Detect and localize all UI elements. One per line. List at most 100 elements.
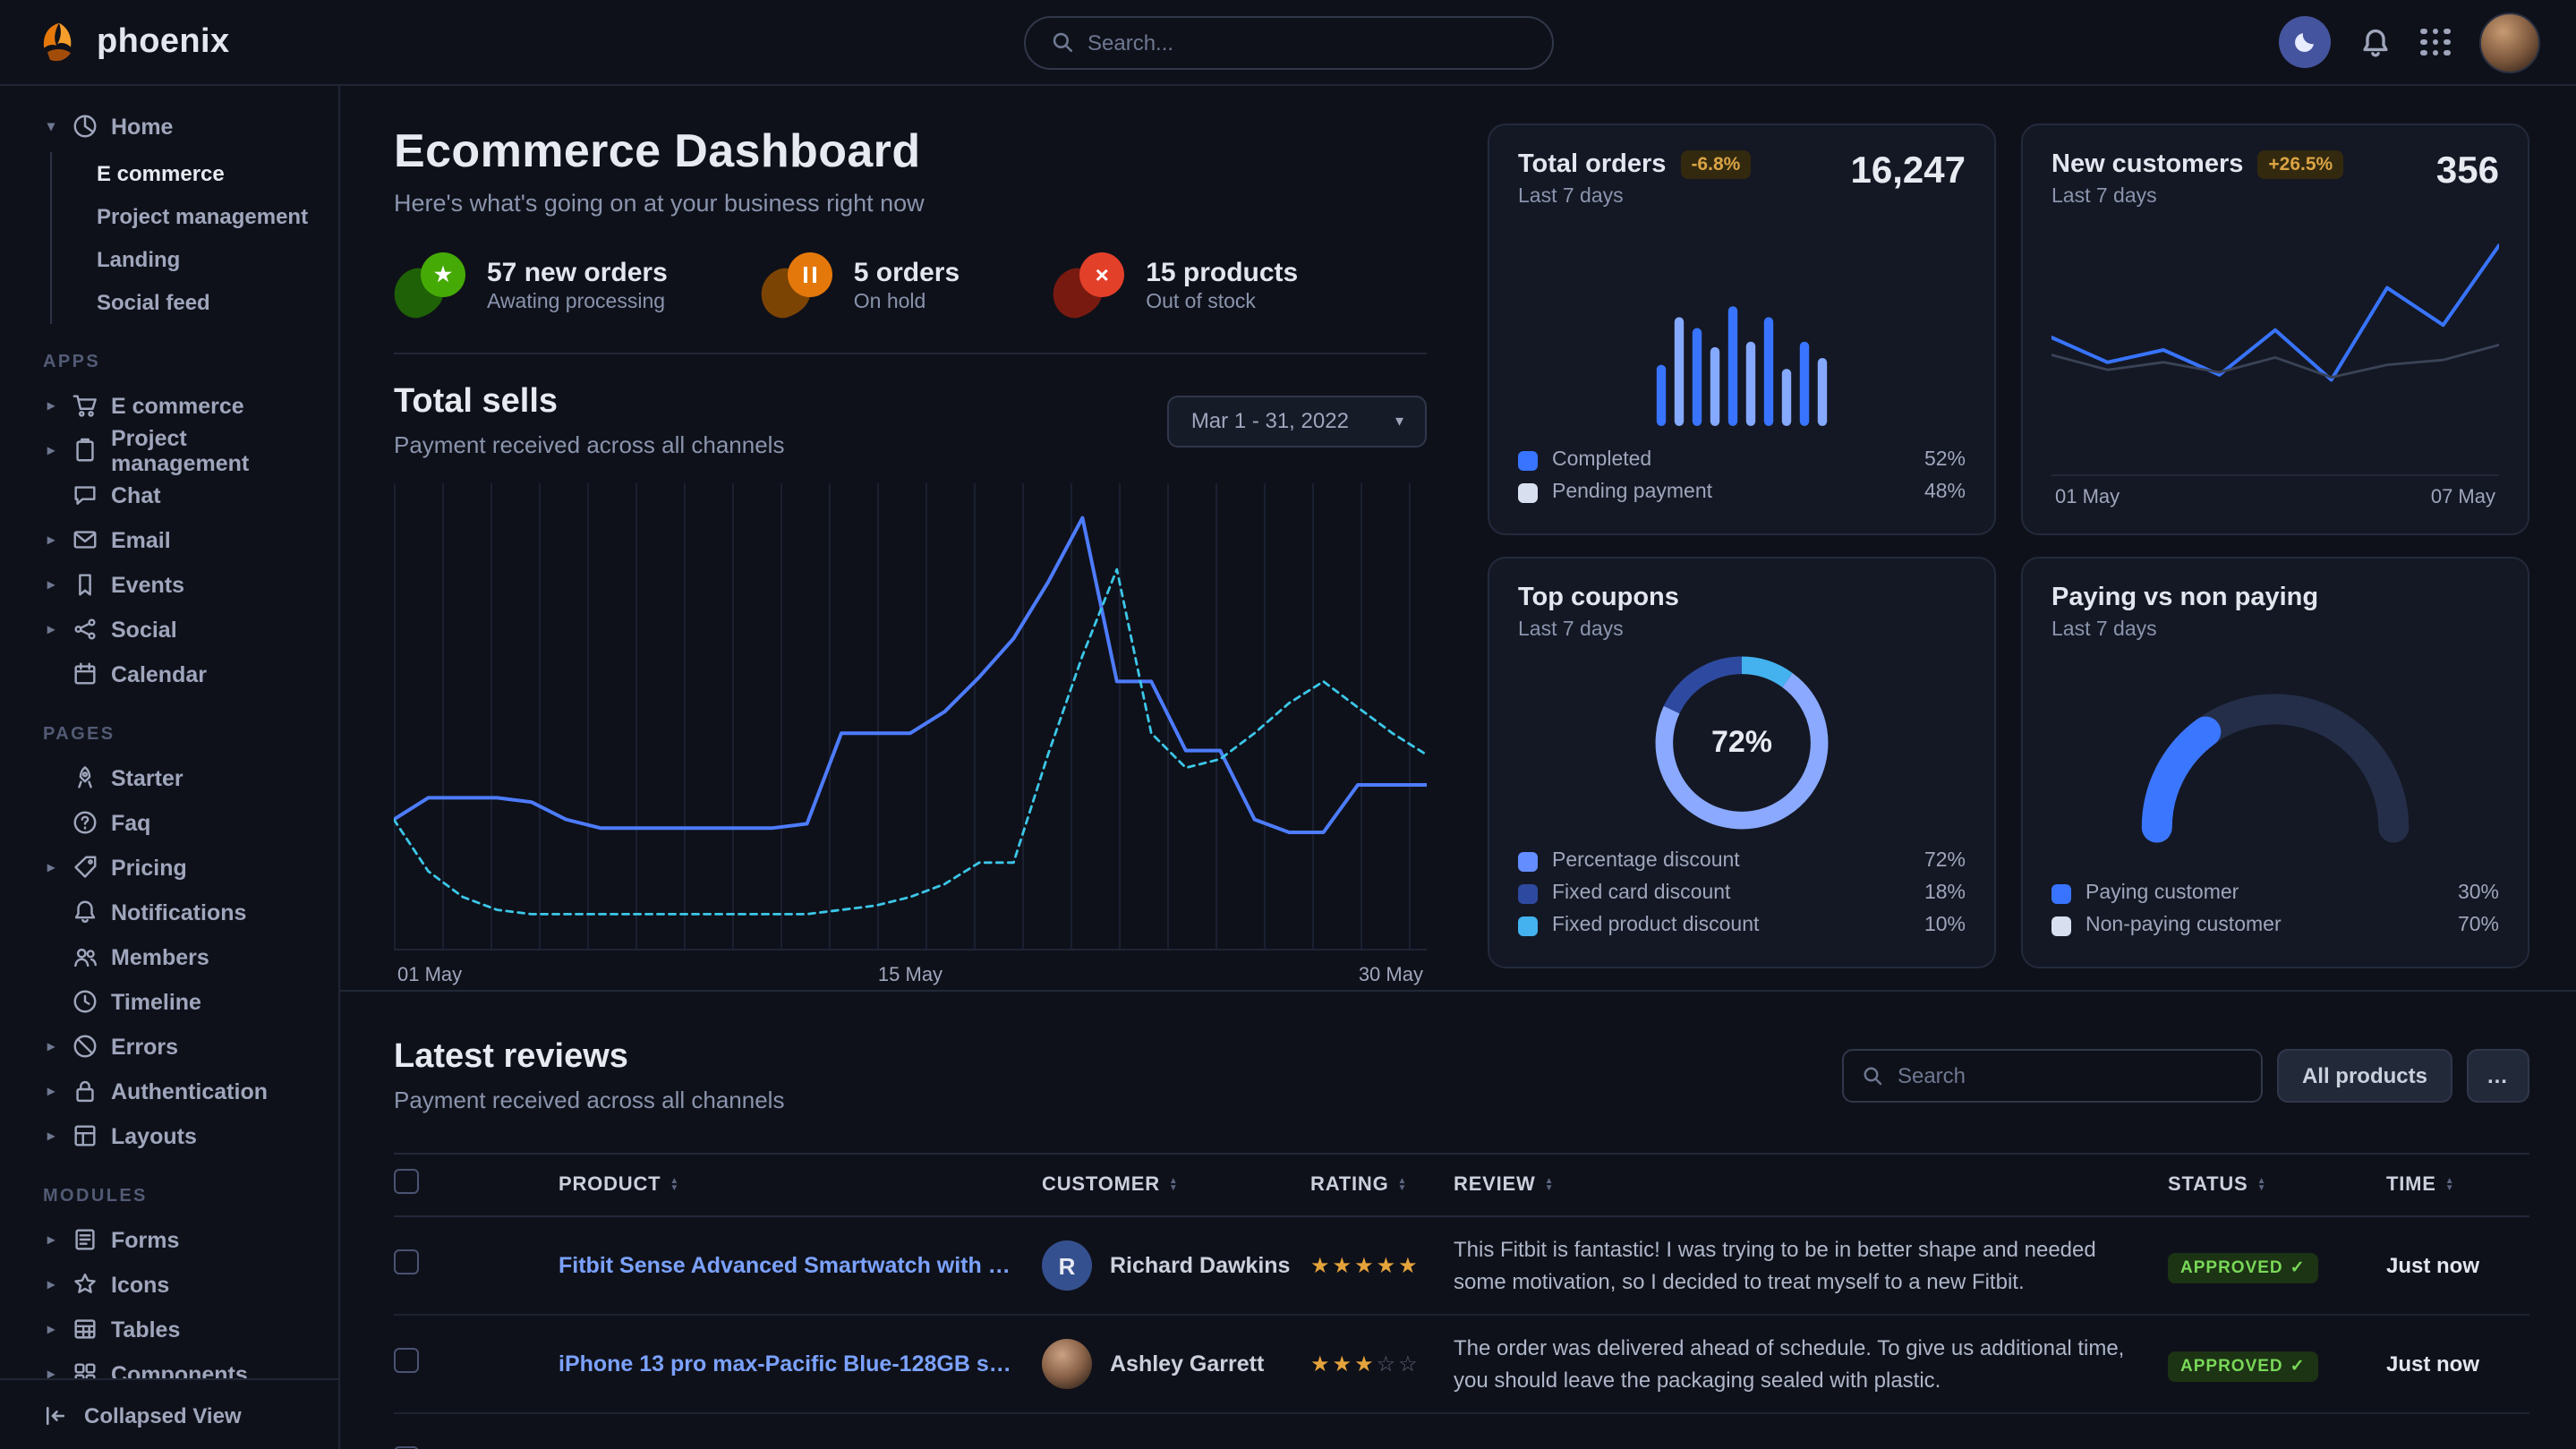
sidebar-item-layouts[interactable]: ▸ Layouts <box>43 1113 324 1158</box>
brand-logo[interactable]: phoenix <box>36 19 230 65</box>
reviews-search[interactable] <box>1842 1049 2263 1103</box>
column-header-rating[interactable]: RATING ▲▼ <box>1310 1174 1454 1196</box>
sidebar-item-project-management-dashboard[interactable]: Project management <box>97 195 324 238</box>
new-customers-x-axis: 01 May 07 May <box>2051 474 2499 508</box>
bell-icon <box>72 899 98 925</box>
app: phoenix ▾ Home <box>0 0 2576 1449</box>
stat-out-of-stock: × 15 products Out of stock <box>1053 252 1298 317</box>
top-navbar: phoenix <box>0 0 2576 86</box>
column-header-review[interactable]: REVIEW ▲▼ <box>1454 1174 2168 1196</box>
section-label-pages: PAGES <box>43 725 324 745</box>
sort-icon: ▲▼ <box>2257 1177 2267 1193</box>
customer-name: Richard Dawkins <box>1110 1253 1290 1278</box>
user-avatar[interactable] <box>2479 12 2540 72</box>
sort-icon: ▲▼ <box>1545 1177 1555 1193</box>
legend-item: Pending payment 48% <box>1518 476 1966 508</box>
sidebar-item-forms[interactable]: ▸ Forms <box>43 1217 324 1262</box>
sidebar-item-tables[interactable]: ▸ Tables <box>43 1307 324 1351</box>
error-icon <box>72 1033 98 1060</box>
reviews-table: PRODUCT ▲▼ CUSTOMER ▲▼ RATING ▲▼ REVIE <box>394 1153 2529 1449</box>
status-badge: APPROVED✓ <box>2168 1252 2318 1283</box>
sidebar-item-icons[interactable]: ▸ Icons <box>43 1262 324 1307</box>
more-options-button[interactable]: … <box>2467 1049 2529 1103</box>
legend-marker <box>1518 883 1538 903</box>
select-all-checkbox[interactable] <box>394 1168 419 1193</box>
chevron-right-icon: ▸ <box>43 859 59 875</box>
mail-icon <box>72 526 98 553</box>
global-search[interactable] <box>1023 15 1553 69</box>
notifications-button[interactable] <box>2359 26 2392 58</box>
theme-toggle-button[interactable] <box>2279 16 2331 68</box>
page-subtitle: Here's what's going on at your business … <box>394 190 1427 217</box>
home-submenu: E commerce Project management Landing So… <box>50 152 324 324</box>
chevron-down-icon: ▾ <box>1395 411 1403 430</box>
question-icon <box>72 809 98 836</box>
bookmark-icon <box>72 571 98 598</box>
moon-icon <box>2291 29 2318 55</box>
reviews-title: Latest reviews <box>394 1038 784 1078</box>
legend-item: Fixed product discount 10% <box>1518 909 1966 942</box>
paying-vs-non-paying-card: Paying vs non paying Last 7 days Paying … <box>2021 557 2529 968</box>
total-orders-value: 16,247 <box>1851 150 1966 193</box>
sidebar-item-home[interactable]: ▾ Home <box>43 104 324 149</box>
calendar-icon <box>72 661 98 687</box>
column-header-product[interactable]: PRODUCT ▲▼ <box>559 1174 1042 1196</box>
review-time: Just now <box>2386 1253 2529 1278</box>
collapse-sidebar-button[interactable]: Collapsed View <box>0 1378 338 1449</box>
column-header-time[interactable]: TIME ▲▼ <box>2386 1174 2529 1196</box>
row-checkbox[interactable] <box>394 1445 419 1449</box>
sidebar-item-notifications[interactable]: Notifications <box>43 890 324 934</box>
chevron-right-icon: ▸ <box>43 1038 59 1054</box>
card-title: Paying vs non paying <box>2051 584 2499 612</box>
sidebar-item-landing[interactable]: Landing <box>97 238 324 281</box>
sidebar-item-events[interactable]: ▸ Events <box>43 562 324 607</box>
reviews-search-input[interactable] <box>1898 1063 2243 1088</box>
sidebar-item-chat[interactable]: Chat <box>43 473 324 517</box>
sidebar-item-pricing[interactable]: ▸ Pricing <box>43 845 324 890</box>
trend-badge: -6.8% <box>1680 150 1751 179</box>
sidebar-item-ecommerce-dashboard[interactable]: E commerce <box>97 152 324 195</box>
sidebar-item-calendar[interactable]: Calendar <box>43 652 324 696</box>
star-icon: ★ <box>434 263 452 286</box>
sidebar: ▾ Home E commerce Project management Lan… <box>0 86 340 1449</box>
total-sells-x-axis: 01 May 15 May 30 May <box>394 950 1427 990</box>
sidebar-item-social[interactable]: ▸ Social <box>43 607 324 652</box>
sidebar-item-starter[interactable]: Starter <box>43 755 324 800</box>
row-checkbox[interactable] <box>394 1347 419 1372</box>
product-link[interactable]: Fitbit Sense Advanced Smartwatch with To… <box>559 1253 1042 1278</box>
sidebar-item-email[interactable]: ▸ Email <box>43 517 324 562</box>
legend-marker <box>2051 883 2071 903</box>
apps-grid-button[interactable] <box>2420 29 2451 56</box>
legend-item: Percentage discount 72% <box>1518 845 1966 877</box>
column-header-customer[interactable]: CUSTOMER ▲▼ <box>1042 1174 1310 1196</box>
chevron-down-icon: ▾ <box>43 118 59 134</box>
paying-gauge-chart <box>2051 641 2499 877</box>
sidebar-item-errors[interactable]: ▸ Errors <box>43 1024 324 1069</box>
bell-icon <box>2359 26 2392 58</box>
review-time: Just now <box>2386 1351 2529 1377</box>
product-link[interactable]: iPhone 13 pro max-Pacific Blue-128GB sto… <box>559 1351 1042 1377</box>
sidebar-item-e-commerce[interactable]: ▸ E commerce <box>43 383 324 428</box>
row-checkbox[interactable] <box>394 1249 419 1274</box>
navbar-actions <box>2279 12 2540 72</box>
search-input[interactable] <box>1088 30 1526 55</box>
all-products-button[interactable]: All products <box>2277 1049 2452 1103</box>
total-sells-chart <box>394 483 1427 950</box>
sidebar-item-members[interactable]: Members <box>43 934 324 979</box>
date-range-select[interactable]: Mar 1 - 31, 2022 ▾ <box>1168 395 1427 447</box>
table-icon <box>72 1316 98 1342</box>
users-icon <box>72 943 98 970</box>
sidebar-item-timeline[interactable]: Timeline <box>43 979 324 1024</box>
sidebar-item-components[interactable]: ▸ Components <box>43 1351 324 1378</box>
customer-avatar[interactable]: R <box>1042 1240 1092 1291</box>
chevron-right-icon: ▸ <box>43 397 59 413</box>
sidebar-item-social-feed[interactable]: Social feed <box>97 281 324 324</box>
sidebar-item-faq[interactable]: Faq <box>43 800 324 845</box>
review-text: The order was delivered ahead of schedul… <box>1454 1332 2168 1396</box>
sidebar-item-authentication[interactable]: ▸ Authentication <box>43 1069 324 1113</box>
customer-avatar[interactable] <box>1042 1339 1092 1389</box>
sidebar-item-project-management[interactable]: ▸ Project management <box>43 428 324 473</box>
new-customers-chart <box>2051 226 2499 474</box>
column-header-status[interactable]: STATUS ▲▼ <box>2168 1174 2386 1196</box>
chevron-right-icon: ▸ <box>43 1276 59 1292</box>
